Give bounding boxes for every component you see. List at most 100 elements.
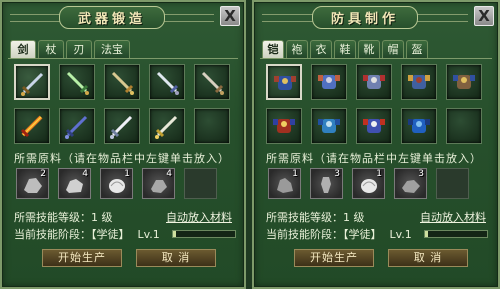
tab-boots[interactable]: 靴 (358, 40, 380, 58)
material-slot[interactable]: 1 (352, 168, 385, 199)
empty-material-slot[interactable] (184, 168, 217, 199)
material-slot[interactable]: 4 (58, 168, 91, 199)
sword-icon (65, 115, 88, 139)
sword-icon (21, 72, 44, 96)
skill-progress-bar (424, 230, 488, 238)
armor-item-slot[interactable] (356, 64, 392, 100)
item-grid (14, 64, 230, 144)
sword-item-slot[interactable] (149, 64, 185, 100)
tab-armor[interactable]: 铠 (262, 40, 284, 58)
title-bar: 防具制作 (262, 5, 468, 29)
skill-stage-level: Lv.1 (137, 228, 160, 241)
materials-row: 2 4 1 4 (16, 168, 217, 199)
sword-item-slot[interactable] (149, 108, 185, 144)
fire-sword-item-slot[interactable] (14, 108, 50, 144)
skill-progress-fill (173, 231, 177, 237)
tab-robe[interactable]: 袍 (286, 40, 308, 58)
skill-stage-level: Lv.1 (389, 228, 412, 241)
materials-heading: 所需原料（请在物品栏中左键单击放入） (14, 152, 230, 165)
auto-place-materials-link[interactable]: 自动放入材料 (420, 209, 486, 225)
auto-place-materials-link[interactable]: 自动放入材料 (166, 209, 232, 225)
materials-heading: 所需原料（请在物品栏中左键单击放入） (266, 152, 482, 165)
empty-material-slot[interactable] (436, 168, 469, 199)
item-grid (266, 64, 482, 144)
tab-helmet[interactable]: 盔 (406, 40, 428, 58)
empty-slot[interactable] (194, 108, 230, 144)
skill-stage-label: 当前技能阶段：【学徒】 (266, 228, 382, 241)
cancel-button[interactable]: 取 消 (388, 249, 468, 267)
material-count: 3 (418, 169, 424, 179)
sword-icon (155, 115, 178, 139)
sword-icon (110, 115, 133, 139)
armor-item-slot[interactable] (356, 108, 392, 144)
armor-item-slot[interactable] (401, 108, 437, 144)
required-skill-level: 所需技能等级：1 级 (266, 211, 365, 224)
sword-icon (156, 71, 179, 95)
tab-divider (260, 58, 492, 59)
tab-magic-treasure[interactable]: 法宝 (94, 40, 130, 58)
armor-icon (318, 119, 340, 133)
required-skill-level: 所需技能等级：1 级 (14, 211, 113, 224)
material-count: 2 (40, 169, 46, 179)
material-slot[interactable]: 2 (16, 168, 49, 199)
sword-item-slot[interactable] (104, 64, 140, 100)
close-button[interactable]: X (220, 6, 240, 26)
sword-item-slot[interactable] (194, 64, 230, 100)
weapon-forge-panel: 武器锻造 X 剑 杖 刃 法宝 所需原料（请在物品栏中左键单击放入） 2 4 1… (0, 0, 246, 289)
skill-stage-label: 当前技能阶段：【学徒】 (14, 228, 130, 241)
tab-staff[interactable]: 杖 (38, 40, 64, 58)
material-slot[interactable]: 3 (394, 168, 427, 199)
panel-title: 防具制作 (311, 5, 418, 29)
material-slot[interactable]: 1 (268, 168, 301, 199)
sword-item-slot[interactable] (14, 64, 50, 100)
title-bar: 武器锻造 (10, 5, 214, 29)
category-tabs: 铠 袍 衣 鞋 靴 帽 盔 (262, 40, 428, 58)
skill-stage: 当前技能阶段：【学徒】 Lv.1 (266, 226, 412, 242)
armor-item-slot[interactable] (401, 64, 437, 100)
armor-icon (318, 75, 340, 89)
fire-sword-icon (20, 115, 43, 138)
armor-item-slot[interactable] (266, 64, 302, 100)
skill-stage: 当前技能阶段：【学徒】 Lv.1 (14, 226, 160, 242)
armor-icon (408, 75, 430, 89)
sword-item-slot[interactable] (59, 64, 95, 100)
material-count: 1 (376, 169, 382, 179)
armor-icon (453, 75, 475, 89)
material-slot[interactable]: 1 (100, 168, 133, 199)
sword-item-slot[interactable] (104, 108, 140, 144)
material-count: 4 (166, 169, 172, 179)
sword-icon (201, 71, 224, 95)
skill-progress-bar (172, 230, 236, 238)
armor-icon (363, 75, 385, 89)
tab-sword[interactable]: 剑 (10, 40, 36, 58)
skill-progress-fill (425, 231, 429, 237)
materials-row: 1 3 1 3 (268, 168, 469, 199)
tab-hat[interactable]: 帽 (382, 40, 404, 58)
tab-divider (8, 58, 238, 59)
start-production-button[interactable]: 开始生产 (42, 249, 122, 267)
armor-item-slot[interactable] (311, 108, 347, 144)
armor-item-slot[interactable] (446, 64, 482, 100)
sword-item-slot[interactable] (59, 108, 95, 144)
tab-shoes[interactable]: 鞋 (334, 40, 356, 58)
material-slot[interactable]: 4 (142, 168, 175, 199)
material-count: 3 (334, 169, 340, 179)
armor-icon (408, 119, 430, 133)
empty-slot[interactable] (446, 108, 482, 144)
category-tabs: 剑 杖 刃 法宝 (10, 40, 130, 58)
sword-icon (66, 71, 89, 95)
close-button[interactable]: X (474, 6, 494, 26)
armor-icon (363, 119, 385, 133)
tab-clothes[interactable]: 衣 (310, 40, 332, 58)
cancel-button[interactable]: 取 消 (136, 249, 216, 267)
sword-icon (111, 71, 134, 95)
material-slot[interactable]: 3 (310, 168, 343, 199)
armor-icon (274, 76, 296, 90)
start-production-button[interactable]: 开始生产 (294, 249, 374, 267)
panel-title: 武器锻造 (58, 5, 165, 29)
armor-icon (273, 119, 295, 133)
armor-item-slot[interactable] (311, 64, 347, 100)
material-count: 4 (82, 169, 88, 179)
armor-item-slot[interactable] (266, 108, 302, 144)
tab-blade[interactable]: 刃 (66, 40, 92, 58)
